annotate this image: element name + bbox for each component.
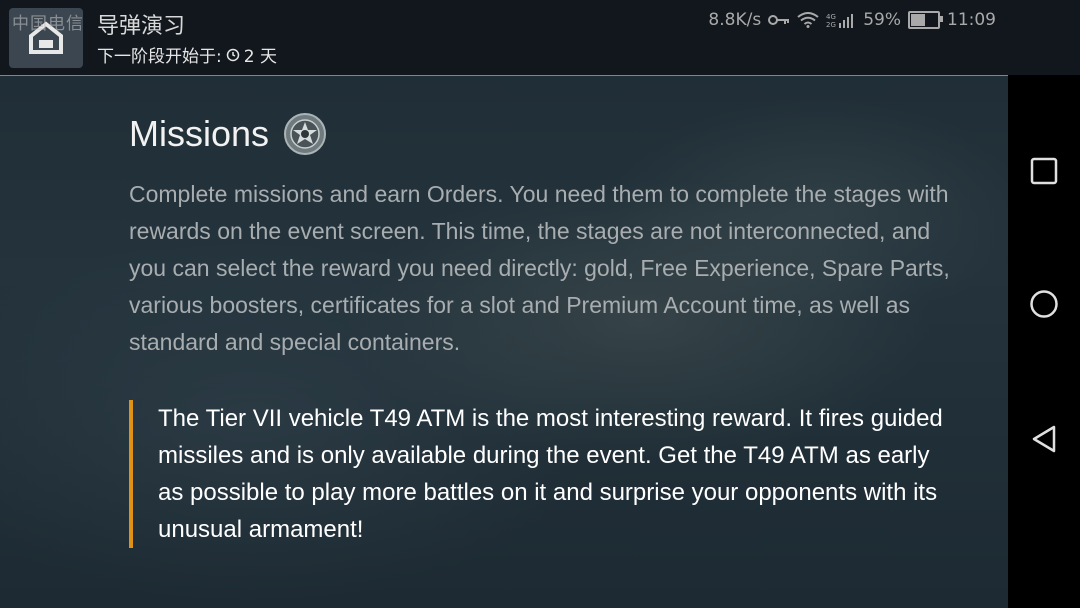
battery-percent: 59% [863,10,901,30]
clock-time: 11:09 [947,10,996,30]
next-stage-countdown: 下一阶段开始于: 2 天 [97,42,277,67]
order-medal-icon [284,113,327,155]
top-bar: 中国电信 导弹演习 下一阶段开始于: 2 天 8.8K/s 4G 2G 59% … [0,0,1080,76]
net-speed: 8.8K/s [708,10,762,30]
signal-icon: 4G 2G [826,13,854,28]
android-nav-bar [1008,75,1080,608]
highlight-quote: The Tier VII vehicle T49 ATM is the most… [129,400,958,548]
missions-heading: Missions [129,113,270,154]
carrier-name: 中国电信 [12,14,84,34]
circle-home-icon[interactable] [1028,288,1060,320]
next-stage-label: 下一阶段开始于: [97,47,222,67]
key-icon [768,15,790,25]
wifi-icon [797,12,819,28]
svg-text:2G: 2G [826,21,836,28]
countdown-value: 2 天 [243,47,277,67]
battery-icon [908,11,943,29]
triangle-back-icon[interactable] [1028,423,1060,455]
missions-intro: Complete missions and earn Orders. You n… [129,181,950,355]
missions-panel: Missions Complete missions and earn Orde… [129,112,959,548]
svg-text:4G: 4G [826,13,836,21]
event-title: 导弹演习 [97,14,186,39]
system-status: 8.8K/s 4G 2G 59% 11:09 [708,10,996,30]
clock-icon [226,48,239,61]
square-recents-icon[interactable] [1028,155,1060,187]
